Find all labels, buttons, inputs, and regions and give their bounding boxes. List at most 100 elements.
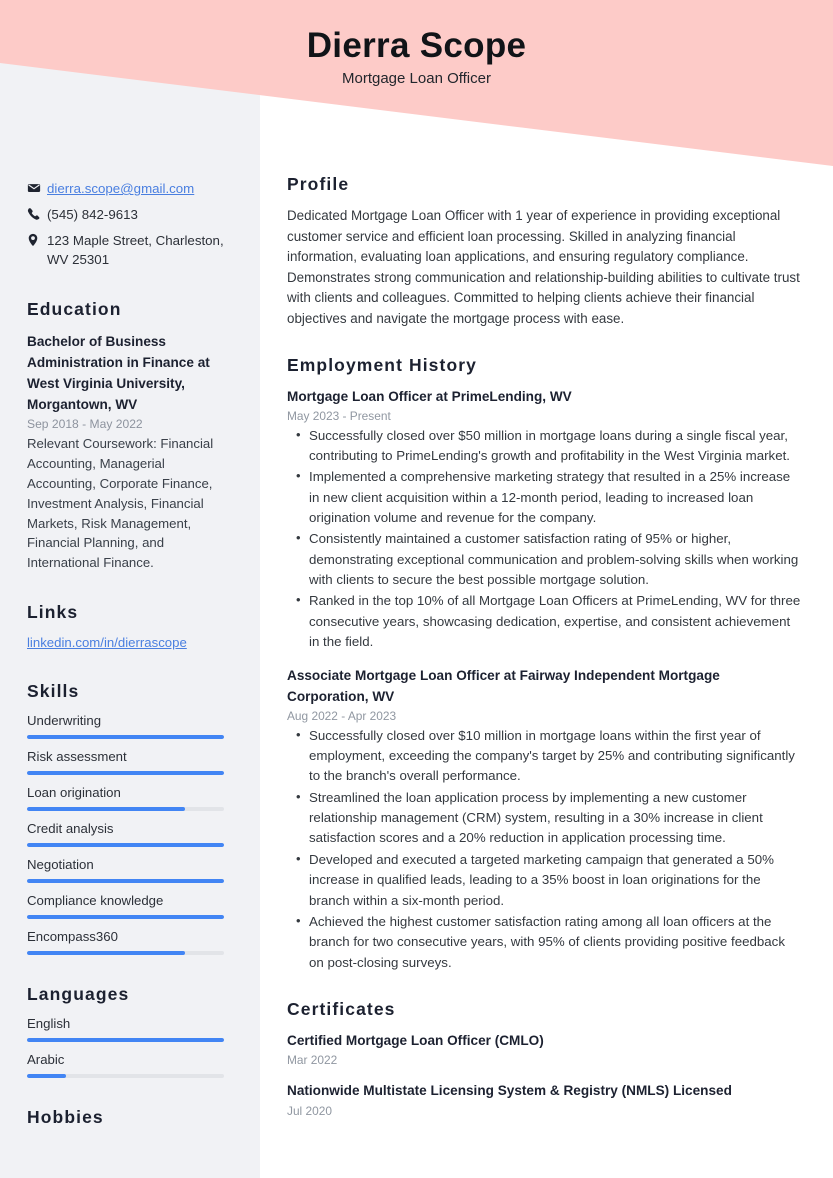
skill-item: Risk assessment [27, 749, 233, 775]
phone-text: (545) 842-9613 [47, 206, 138, 222]
skill-item: Underwriting [27, 713, 233, 739]
employment-section: Employment History Mortgage Loan Officer… [287, 355, 801, 973]
skill-level-bar [27, 842, 224, 847]
certificate-entry: Nationwide Multistate Licensing System &… [287, 1081, 801, 1117]
language-level-bar [27, 1073, 224, 1078]
language-item: Arabic [27, 1052, 233, 1078]
job-title: Associate Mortgage Loan Officer at Fairw… [287, 668, 720, 705]
skill-item: Loan origination [27, 785, 233, 811]
language-label: Arabic [27, 1051, 65, 1067]
certificate-title: Certified Mortgage Loan Officer (CMLO) [287, 1032, 544, 1048]
job-bullet: Streamlined the loan application process… [296, 787, 801, 849]
education-block: Education Bachelor of Business Administr… [27, 299, 233, 573]
header: Dierra Scope Mortgage Loan Officer [0, 0, 833, 180]
hobbies-block: Hobbies [27, 1107, 233, 1128]
skill-level-bar [27, 950, 224, 955]
links-list: linkedin.com/in/dierrascope [27, 634, 233, 652]
certificate-date: Jul 2020 [287, 1103, 332, 1118]
skills-list: Underwriting Risk assessment Loan originat… [27, 713, 233, 955]
skill-level-fill [27, 950, 185, 955]
education-list: Bachelor of Business Administration in F… [27, 331, 233, 573]
job-bullets: Successfully closed over $50 million in … [287, 425, 801, 653]
education-title: Bachelor of Business Administration in F… [27, 333, 210, 413]
skill-item: Encompass360 [27, 929, 233, 955]
language-level-bar [27, 1037, 224, 1042]
skill-label: Risk assessment [27, 748, 127, 764]
job-bullet: Consistently maintained a customer satis… [296, 528, 801, 590]
job-bullet: Successfully closed over $50 million in … [296, 425, 801, 467]
envelope-icon [27, 180, 47, 195]
job-entry: Associate Mortgage Loan Officer at Fairw… [287, 666, 801, 972]
email-link[interactable]: dierra.scope@gmail.com [47, 180, 233, 199]
language-item: English [27, 1016, 233, 1042]
skill-level-fill [27, 842, 224, 847]
skill-item: Compliance knowledge [27, 893, 233, 919]
skill-level-fill [27, 770, 224, 775]
certificate-date: Mar 2022 [287, 1053, 338, 1068]
job-bullet: Successfully closed over $10 million in … [296, 725, 801, 787]
certificates-section: Certificates Certified Mortgage Loan Off… [287, 999, 801, 1118]
language-level-fill [27, 1073, 67, 1078]
skill-level-bar [27, 734, 224, 739]
location-pin-icon [27, 232, 47, 247]
job-bullet: Achieved the highest customer satisfacti… [296, 911, 801, 973]
education-date: Sep 2018 - May 2022 [27, 417, 143, 432]
profile-section: Profile Dedicated Mortgage Loan Officer … [287, 174, 801, 329]
skill-label: Credit analysis [27, 820, 114, 836]
skill-level-bar [27, 914, 224, 919]
contact-row: 123 Maple Street, Charleston, WV 25301 [27, 232, 233, 270]
links-heading: Links [27, 601, 79, 622]
skill-item: Negotiation [27, 857, 233, 883]
skill-level-bar [27, 770, 224, 775]
education-heading: Education [27, 298, 122, 319]
skill-level-bar [27, 878, 224, 883]
job-date: Aug 2022 - Apr 2023 [287, 708, 397, 723]
job-bullet: Ranked in the top 10% of all Mortgage Lo… [296, 590, 801, 652]
languages-heading: Languages [27, 983, 130, 1004]
phone-icon [27, 206, 47, 220]
skill-level-fill [27, 734, 224, 739]
languages-list: English Arabic [27, 1016, 233, 1078]
certificate-title: Nationwide Multistate Licensing System &… [287, 1083, 732, 1099]
job-entry: Mortgage Loan Officer at PrimeLending, W… [287, 387, 801, 652]
skill-label: Underwriting [27, 712, 102, 728]
skill-level-fill [27, 914, 224, 919]
job-date: May 2023 - Present [287, 408, 391, 423]
contact-row: dierra.scope@gmail.com [27, 180, 233, 199]
employment-list: Mortgage Loan Officer at PrimeLending, W… [287, 387, 801, 973]
resume-page: Profile Dedicated Mortgage Loan Officer … [0, 0, 833, 1178]
contact-block: dierra.scope@gmail.com (545) 842-9613 123 … [27, 180, 233, 270]
hobbies-heading: Hobbies [27, 1106, 104, 1127]
job-bullet: Developed and executed a targeted market… [296, 849, 801, 911]
certificates-heading: Certificates [287, 998, 396, 1019]
page-title: Dierra Scope [306, 26, 527, 65]
certificates-list: Certified Mortgage Loan Officer (CMLO) Ma… [287, 1031, 801, 1118]
skills-block: Skills Underwriting Risk assessment Loan o… [27, 681, 233, 955]
profile-text: Dedicated Mortgage Loan Officer with 1 y… [287, 208, 800, 326]
skill-item: Credit analysis [27, 821, 233, 847]
job-bullet: Implemented a comprehensive marketing st… [296, 466, 801, 528]
links-block: Links linkedin.com/in/dierrascope [27, 602, 233, 652]
skill-label: Compliance knowledge [27, 892, 164, 908]
job-bullets: Successfully closed over $10 million in … [287, 725, 801, 973]
link-item[interactable]: linkedin.com/in/dierrascope [27, 635, 187, 650]
skill-label: Negotiation [27, 856, 94, 872]
skills-heading: Skills [27, 680, 80, 701]
employment-heading: Employment History [287, 355, 477, 375]
skill-label: Encompass360 [27, 928, 118, 944]
job-title: Mortgage Loan Officer at PrimeLending, W… [287, 389, 572, 404]
education-description: Relevant Coursework: Financial Accountin… [27, 436, 214, 571]
header-subtitle: Mortgage Loan Officer [342, 70, 491, 87]
address-text: 123 Maple Street, Charleston, WV 25301 [47, 232, 224, 267]
certificate-entry: Certified Mortgage Loan Officer (CMLO) Ma… [287, 1031, 801, 1067]
skill-label: Loan origination [27, 784, 121, 800]
language-label: English [27, 1015, 71, 1031]
contact-row: (545) 842-9613 [27, 206, 233, 225]
sidebar-content: dierra.scope@gmail.com (545) 842-9613 123 … [27, 180, 233, 1139]
skill-level-fill [27, 878, 224, 883]
skill-level-fill [27, 806, 185, 811]
language-level-fill [27, 1037, 224, 1042]
skill-level-bar [27, 806, 224, 811]
education-entry: Bachelor of Business Administration in F… [27, 331, 233, 573]
languages-block: Languages English Arabic [27, 984, 233, 1078]
